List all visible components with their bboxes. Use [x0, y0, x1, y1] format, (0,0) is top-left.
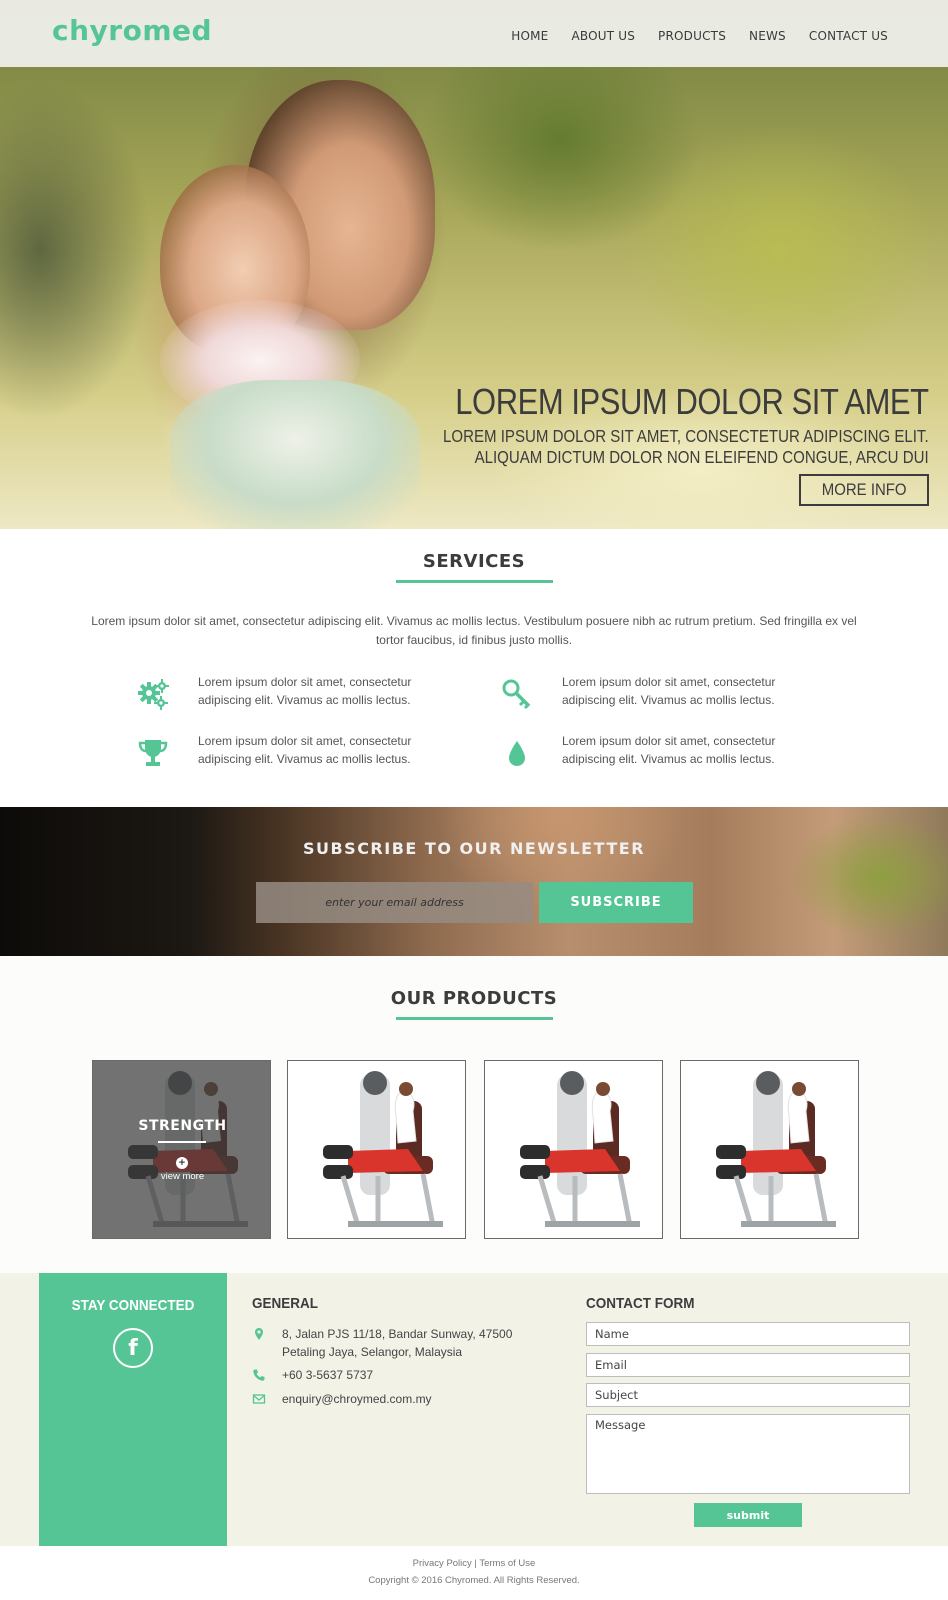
- hero-subtitle-line1: LOREM IPSUM DOLOR SIT AMET, CONSECTETUR …: [443, 426, 929, 446]
- products-section: OUR PRODUCTS STRENGTH + view more: [0, 956, 948, 1273]
- hero-title: LOREM IPSUM DOLOR SIT AMET: [455, 381, 930, 422]
- facebook-icon[interactable]: f: [113, 1328, 153, 1368]
- newsletter-section: SUBSCRIBE TO OUR NEWSLETTER SUBSCRIBE: [0, 807, 948, 956]
- nav-about-us[interactable]: ABOUT US: [571, 29, 635, 43]
- legal-separator: |: [474, 1558, 477, 1569]
- stay-connected-panel: STAY CONNECTED f: [39, 1273, 227, 1546]
- trophy-icon: [138, 740, 168, 766]
- contact-form-title: CONTACT FORM: [586, 1295, 695, 1312]
- envelope-icon: [252, 1394, 266, 1404]
- privacy-policy-link[interactable]: Privacy Policy: [413, 1558, 472, 1569]
- view-more-link[interactable]: view more: [93, 1171, 270, 1182]
- newsletter-email-input[interactable]: [256, 882, 533, 923]
- service-text: Lorem ipsum dolor sit amet, consectetur …: [562, 734, 776, 766]
- contact-name-field[interactable]: [586, 1322, 910, 1346]
- site-logo[interactable]: chyromed: [52, 14, 212, 47]
- subscribe-button[interactable]: SUBSCRIBE: [539, 882, 693, 923]
- contact-submit-button[interactable]: submit: [694, 1503, 802, 1527]
- nav-news[interactable]: NEWS: [749, 29, 786, 43]
- product-hover-overlay: [93, 1061, 270, 1238]
- stay-connected-title: STAY CONNECTED: [71, 1297, 195, 1314]
- contact-email-field[interactable]: [586, 1353, 910, 1377]
- product-card[interactable]: STRENGTH + view more: [92, 1060, 271, 1239]
- nav-products[interactable]: PRODUCTS: [658, 29, 726, 43]
- product-card[interactable]: [484, 1060, 663, 1239]
- service-item: Lorem ipsum dolor sit amet, consectetur …: [136, 732, 436, 776]
- services-title: SERVICES: [422, 551, 526, 572]
- address-line2: Petaling Jaya, Selangor, Malaysia: [282, 1345, 463, 1359]
- product-category-label: STRENGTH: [138, 1118, 227, 1134]
- service-text: Lorem ipsum dolor sit amet, consectetur …: [198, 734, 412, 766]
- plus-circle-icon[interactable]: +: [176, 1157, 188, 1169]
- services-section: SERVICES Lorem ipsum dolor sit amet, con…: [0, 529, 948, 807]
- address-line1: 8, Jalan PJS 11/18, Bandar Sunway, 47500: [282, 1327, 513, 1341]
- product-image: [323, 1071, 443, 1227]
- products-title-underline: [396, 1017, 553, 1020]
- bottom-bar: Privacy Policy | Terms of Use Copyright …: [0, 1546, 948, 1600]
- hero-banner: LOREM IPSUM DOLOR SIT AMET LOREM IPSUM D…: [0, 0, 948, 529]
- site-header: chyromed HOME ABOUT US PRODUCTS NEWS CON…: [0, 0, 948, 67]
- contact-subject-field[interactable]: [586, 1383, 910, 1407]
- nav-home[interactable]: HOME: [511, 29, 548, 43]
- service-text: Lorem ipsum dolor sit amet, consectetur …: [198, 675, 412, 707]
- site-footer: STAY CONNECTED f GENERAL 8, Jalan PJS 11…: [0, 1273, 948, 1546]
- more-info-label: MORE INFO: [821, 480, 907, 499]
- more-info-button[interactable]: MORE INFO: [799, 474, 929, 506]
- newsletter-title: SUBSCRIBE TO OUR NEWSLETTER: [302, 839, 646, 858]
- general-title: GENERAL: [252, 1295, 319, 1312]
- product-label-underline: [158, 1141, 206, 1143]
- contact-message-field[interactable]: [586, 1414, 910, 1494]
- service-item: Lorem ipsum dolor sit amet, consectetur …: [500, 673, 800, 717]
- key-icon: [502, 679, 531, 710]
- hero-subtitle-line2: ALIQUAM DICTUM DOLOR NON ELEIFEND CONGUE…: [474, 447, 929, 467]
- email-link[interactable]: enquiry@chroymed.com.my: [282, 1390, 552, 1408]
- services-intro: Lorem ipsum dolor sit amet, consectetur …: [91, 614, 857, 647]
- service-item: Lorem ipsum dolor sit amet, consectetur …: [136, 673, 436, 717]
- legal-links: Privacy Policy | Terms of Use: [0, 1558, 948, 1569]
- service-item: Lorem ipsum dolor sit amet, consectetur …: [500, 732, 800, 776]
- gears-icon: [138, 679, 169, 710]
- drop-icon: [509, 741, 525, 766]
- products-title: OUR PRODUCTS: [390, 988, 558, 1009]
- address-text: 8, Jalan PJS 11/18, Bandar Sunway, 47500…: [282, 1325, 552, 1361]
- phone-icon: [253, 1369, 265, 1381]
- product-card[interactable]: [287, 1060, 466, 1239]
- phone-text: +60 3-5637 5737: [282, 1368, 374, 1382]
- services-title-underline: [396, 580, 553, 583]
- hero-text-block: LOREM IPSUM DOLOR SIT AMET LOREM IPSUM D…: [364, 382, 929, 468]
- product-card[interactable]: [680, 1060, 859, 1239]
- nav-contact-us[interactable]: CONTACT US: [809, 29, 888, 43]
- product-image: [520, 1071, 640, 1227]
- terms-of-use-link[interactable]: Terms of Use: [479, 1558, 535, 1569]
- map-pin-icon: [255, 1328, 263, 1340]
- copyright-text: Copyright © 2016 Chyromed. All Rights Re…: [368, 1575, 580, 1586]
- product-image: [716, 1071, 836, 1227]
- main-nav: HOME ABOUT US PRODUCTS NEWS CONTACT US: [511, 29, 888, 43]
- service-text: Lorem ipsum dolor sit amet, consectetur …: [562, 675, 776, 707]
